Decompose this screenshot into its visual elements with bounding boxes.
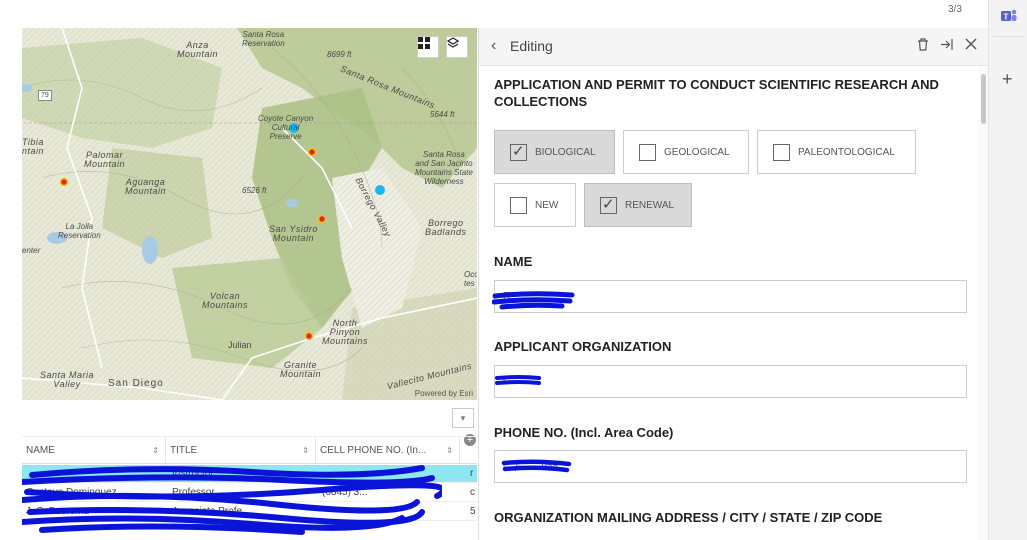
redaction-mark xyxy=(495,375,541,385)
map-label: Julian xyxy=(228,340,252,350)
checkbox-biological[interactable]: ✓ BIOLOGICAL xyxy=(494,130,615,174)
map-attribution: Powered by Esri xyxy=(414,389,473,398)
rail-divider xyxy=(993,36,1024,37)
editing-panel: ‹ Editing APPLICATION AND PERMIT TO COND… xyxy=(478,28,989,540)
redaction-mark xyxy=(492,291,575,310)
layer-list-button[interactable] xyxy=(446,36,468,58)
map-label: San Diego xyxy=(108,378,164,389)
map-point[interactable] xyxy=(59,177,69,187)
svg-text:T: T xyxy=(1004,13,1009,22)
map-label: San Ysidro Mountain xyxy=(269,224,318,243)
layers-icon xyxy=(447,37,459,48)
form-title: APPLICATION AND PERMIT TO CONDUCT SCIENT… xyxy=(494,77,939,109)
map-label: Ocotes xyxy=(464,270,477,288)
checkbox-icon xyxy=(773,143,790,161)
redaction-mark xyxy=(501,459,572,473)
checkbox-icon xyxy=(510,196,527,214)
checkbox-icon: ✓ xyxy=(600,196,617,214)
delete-icon[interactable] xyxy=(917,38,929,54)
scrollbar-thumb[interactable] xyxy=(981,74,986,124)
map-view[interactable]: Anza Mountain Santa Rosa Reservation 8699 … xyxy=(22,28,477,400)
map-label: Tibia ntain xyxy=(22,137,45,156)
map-label: Aguanga Mountain xyxy=(125,177,167,196)
map-label: 6526 ft xyxy=(242,186,267,195)
map-label: Volcan Mountains xyxy=(202,291,249,310)
label-mailing-address: ORGANIZATION MAILING ADDRESS / CITY / ST… xyxy=(494,510,883,525)
map-label: enter xyxy=(22,246,41,255)
checkbox-geological[interactable]: GEOLOGICAL xyxy=(623,130,749,174)
checkbox-icon: ✓ xyxy=(510,143,527,161)
attribute-table: ▾ + NAME ⇕ TITLE ⇕ CELL PHONE NO. (In... ⇕ … xyxy=(22,400,477,540)
panel-header: ‹ Editing xyxy=(479,28,989,66)
checkbox-new[interactable]: NEW xyxy=(494,183,576,227)
map-label: Granite Mountain xyxy=(280,360,322,379)
sort-icon[interactable]: ⇕ xyxy=(446,437,453,465)
checkbox-paleontological[interactable]: PALEONTOLOGICAL xyxy=(757,130,916,174)
back-chevron-icon[interactable]: ‹ xyxy=(491,37,496,55)
map-point[interactable] xyxy=(307,147,317,157)
map-label: La Jolla Reservation xyxy=(58,222,101,240)
label-organization: APPLICANT ORGANIZATION xyxy=(494,339,672,354)
map-label: Santa Rosa and San Jacinto Mountains State… xyxy=(415,150,473,186)
map-label: North Pinyon Mountains xyxy=(322,318,369,346)
map-label: Palomar Mountain xyxy=(84,150,126,169)
checkbox-icon xyxy=(639,143,656,161)
map-point[interactable] xyxy=(304,331,314,341)
route-shield: 79 xyxy=(38,90,52,101)
map-label: Borrego Badlands xyxy=(425,218,467,237)
redaction-scribble xyxy=(22,465,442,535)
checkbox-renewal[interactable]: ✓ RENEWAL xyxy=(584,183,692,227)
map-label: 8699 ft xyxy=(327,50,352,59)
side-app-rail: T + xyxy=(988,0,1027,540)
map-point[interactable] xyxy=(317,214,327,224)
panel-title: Editing xyxy=(510,38,553,54)
teams-icon[interactable]: T xyxy=(1001,8,1017,24)
map-point-highlight[interactable] xyxy=(375,185,385,195)
grid-icon xyxy=(418,37,430,49)
map-label: Santa Rosa Reservation xyxy=(242,30,285,48)
app-window: 3/3 Anza Mountain Santa Rosa Reservation… xyxy=(0,0,1027,540)
label-phone: PHONE NO. (Incl. Area Code) xyxy=(494,425,674,440)
add-app-icon[interactable]: + xyxy=(1002,70,1013,88)
map-label: Coyote Canyon Cultural Preserve xyxy=(258,114,314,141)
page-counter: 3/3 xyxy=(948,4,962,15)
label-name: NAME xyxy=(494,254,533,269)
collapse-panel-icon[interactable] xyxy=(940,38,954,54)
chevron-down-icon: ▾ xyxy=(460,412,466,423)
organization-input[interactable]: C xyxy=(494,365,967,398)
map-label: Santa Maria Valley xyxy=(40,370,95,389)
basemap-gallery-button[interactable] xyxy=(417,36,439,58)
close-icon[interactable] xyxy=(965,38,977,53)
map-label: Anza Mountain xyxy=(177,40,219,59)
map-label: 5644 ft xyxy=(430,110,455,119)
table-options-button[interactable]: ▾ xyxy=(452,408,474,428)
